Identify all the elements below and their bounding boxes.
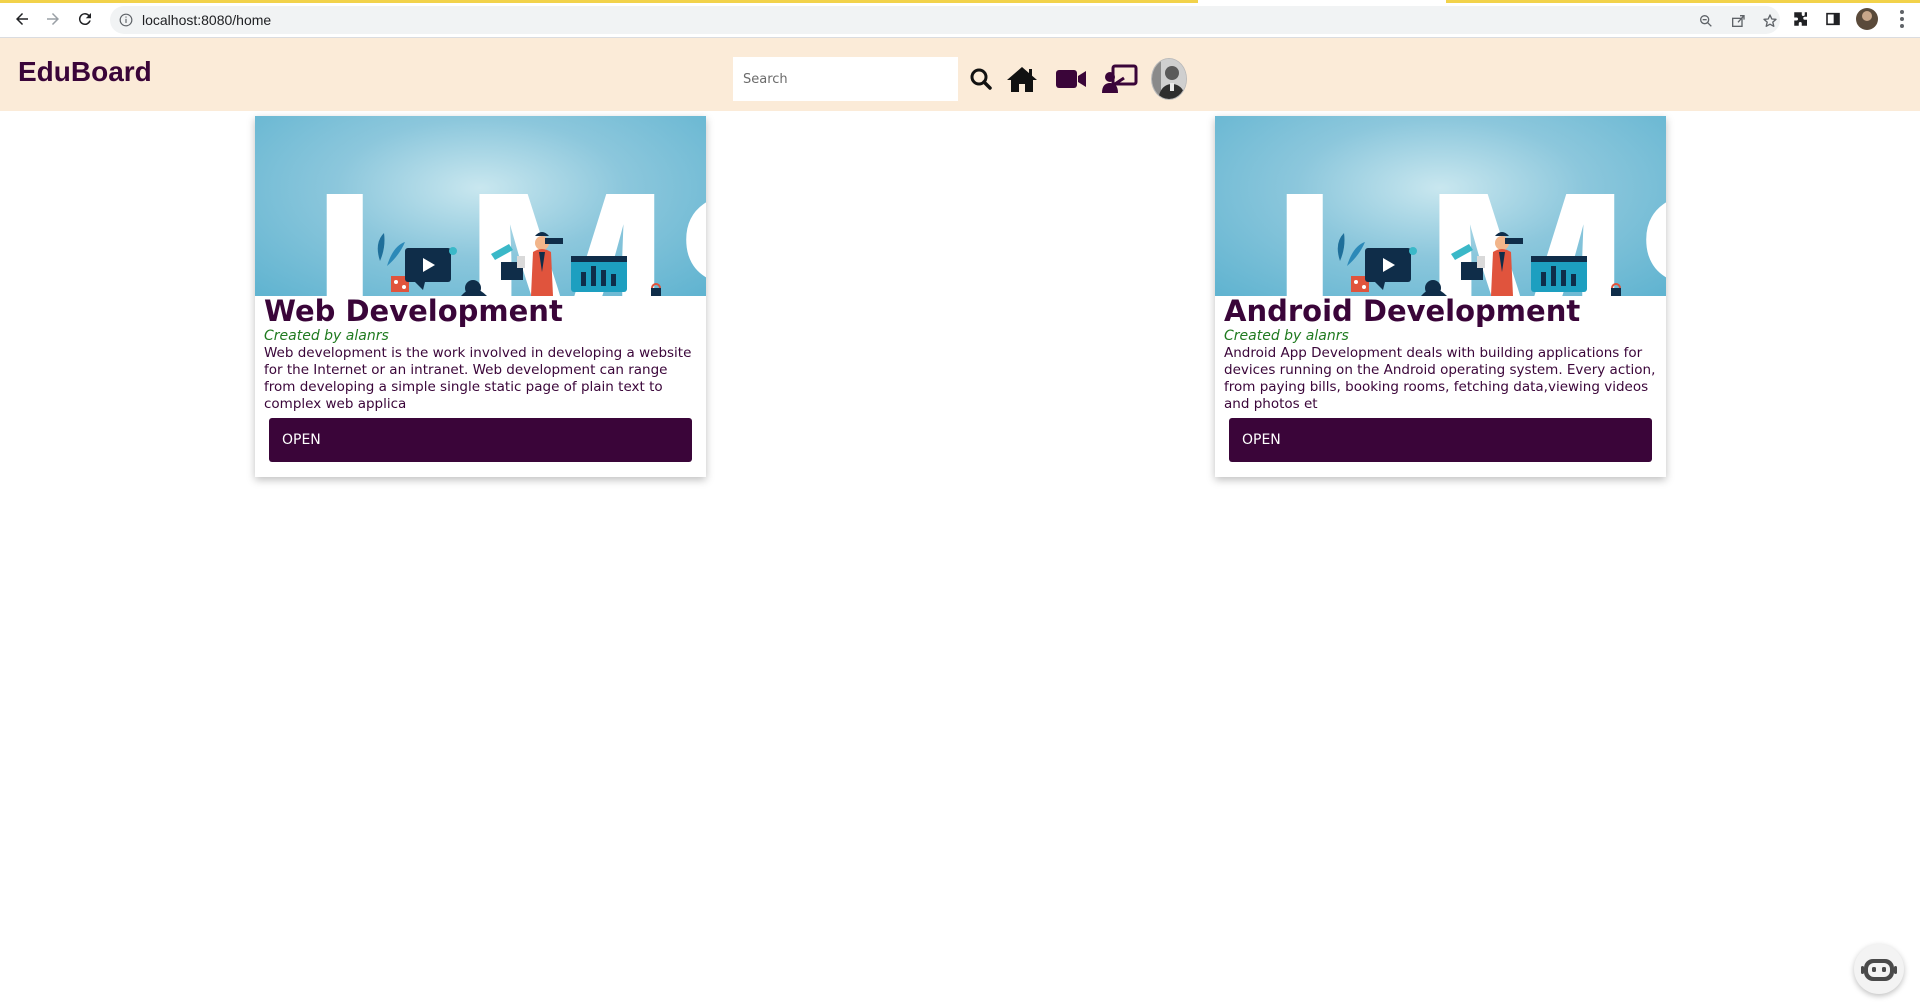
- address-bar[interactable]: localhost:8080/home: [110, 6, 1780, 34]
- open-course-button[interactable]: OPEN: [1229, 418, 1652, 462]
- search-icon[interactable]: [966, 62, 996, 96]
- share-icon[interactable]: [1729, 12, 1747, 30]
- browser-profile-avatar[interactable]: [1856, 8, 1878, 30]
- course-title: Android Development: [1224, 294, 1581, 328]
- zoom-icon[interactable]: [1697, 12, 1715, 30]
- chatbot-button[interactable]: [1854, 944, 1904, 994]
- page-loading-bar: [1446, 0, 1920, 3]
- open-course-button[interactable]: OPEN: [269, 418, 692, 462]
- url-text[interactable]: localhost:8080/home: [142, 12, 271, 28]
- course-author: Created by alanrs: [264, 328, 389, 344]
- course-banner-image: LMS: [255, 116, 706, 296]
- home-icon[interactable]: [1004, 62, 1040, 96]
- page-loading-bar: [0, 0, 1198, 3]
- course-title: Web Development: [264, 294, 563, 328]
- back-icon[interactable]: [10, 7, 34, 31]
- brand-logo[interactable]: EduBoard: [18, 56, 152, 88]
- course-description: Web development is the work involved in …: [264, 345, 692, 412]
- teacher-board-icon[interactable]: [1102, 62, 1138, 96]
- search-input[interactable]: [733, 57, 958, 101]
- course-card: LMS: [1215, 116, 1666, 477]
- browser-menu-icon[interactable]: [1893, 10, 1911, 28]
- app-header: EduBoard: [0, 38, 1920, 111]
- bookmark-star-icon[interactable]: [1761, 12, 1779, 30]
- user-avatar[interactable]: [1151, 58, 1187, 100]
- course-author: Created by alanrs: [1224, 328, 1349, 344]
- reload-icon[interactable]: [73, 7, 97, 31]
- course-card: LMS: [255, 116, 706, 477]
- forward-icon[interactable]: [41, 7, 65, 31]
- extensions-icon[interactable]: [1790, 8, 1812, 30]
- robot-icon: [1861, 959, 1897, 981]
- video-camera-icon[interactable]: [1054, 62, 1088, 96]
- browser-toolbar: localhost:8080/home: [0, 0, 1920, 38]
- course-banner-image: LMS: [1215, 116, 1666, 296]
- side-panel-icon[interactable]: [1822, 8, 1844, 30]
- course-description: Android App Development deals with build…: [1224, 345, 1656, 412]
- site-info-icon[interactable]: [118, 12, 134, 28]
